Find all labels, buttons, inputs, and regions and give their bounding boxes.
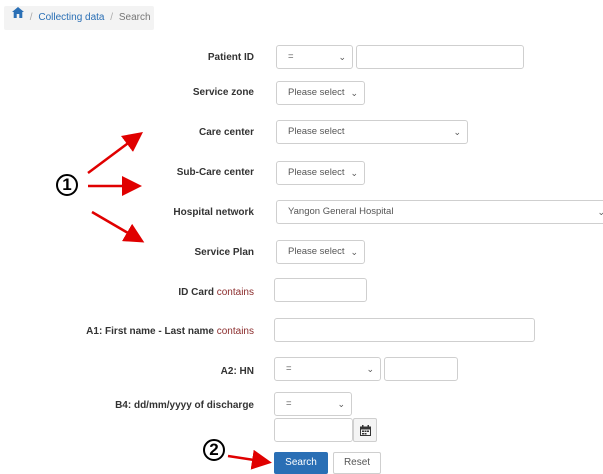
annotation-number-1: 1 xyxy=(62,175,72,194)
annotation-arrow-service-plan xyxy=(91,210,145,243)
annotation-arrow-search xyxy=(227,449,272,470)
annotation-arrow-care-center xyxy=(87,132,144,175)
annotation-number-2: 2 xyxy=(209,440,219,459)
annotation-overlay xyxy=(56,132,272,470)
